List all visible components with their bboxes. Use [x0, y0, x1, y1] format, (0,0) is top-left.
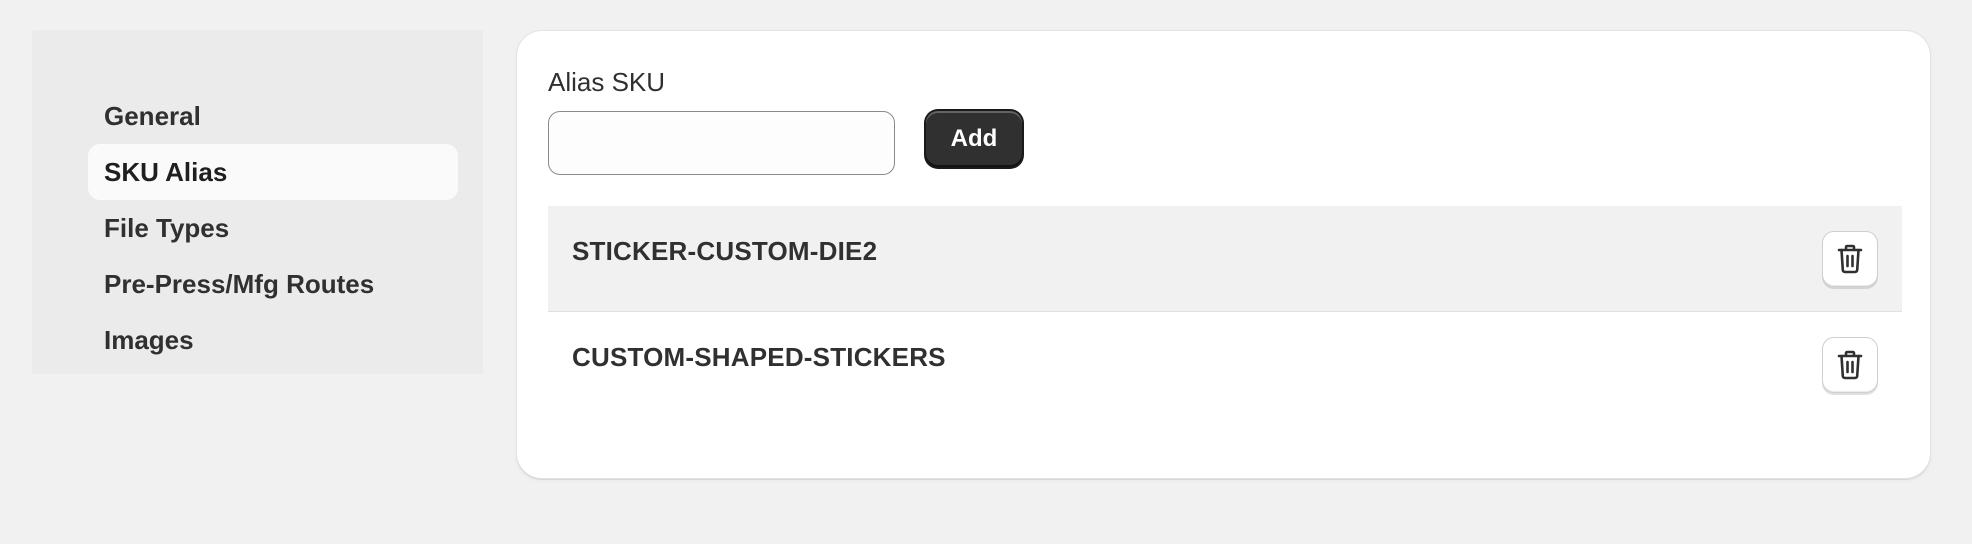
- add-alias-button[interactable]: Add: [926, 111, 1022, 167]
- sidebar-item-general[interactable]: General: [88, 88, 458, 144]
- alias-row: CUSTOM-SHAPED-STICKERS: [548, 312, 1902, 418]
- sidebar-item-sku-alias[interactable]: SKU Alias: [88, 144, 458, 200]
- sidebar-item-label: General: [104, 100, 201, 131]
- trash-icon: [1837, 350, 1863, 380]
- sidebar-nav: General SKU Alias File Types Pre-Press/M…: [88, 88, 458, 368]
- alias-sku-input[interactable]: [548, 111, 895, 175]
- sidebar-item-label: SKU Alias: [104, 156, 228, 187]
- delete-alias-button[interactable]: [1822, 337, 1878, 393]
- alias-row: STICKER-CUSTOM-DIE2: [548, 206, 1902, 312]
- sidebar-item-file-types[interactable]: File Types: [88, 200, 458, 256]
- settings-page: General SKU Alias File Types Pre-Press/M…: [0, 0, 1972, 544]
- alias-sku-label: Alias SKU: [548, 67, 666, 97]
- sidebar-item-prepress-mfg-routes[interactable]: Pre-Press/Mfg Routes: [88, 256, 458, 312]
- sku-alias-card: Alias SKU Add STICKER-CUSTOM-DIE2 CUSTOM…: [516, 30, 1931, 479]
- sidebar-item-images[interactable]: Images: [88, 312, 458, 368]
- sidebar-item-label: File Types: [104, 212, 230, 243]
- alias-name: CUSTOM-SHAPED-STICKERS: [572, 342, 946, 372]
- sidebar: General SKU Alias File Types Pre-Press/M…: [32, 30, 483, 374]
- sidebar-item-label: Images: [104, 324, 194, 355]
- trash-icon: [1837, 244, 1863, 274]
- delete-alias-button[interactable]: [1822, 231, 1878, 287]
- sidebar-item-label: Pre-Press/Mfg Routes: [104, 268, 375, 299]
- alias-list: STICKER-CUSTOM-DIE2 CUSTOM-SHAPED-STICKE…: [548, 206, 1902, 418]
- alias-name: STICKER-CUSTOM-DIE2: [572, 236, 878, 266]
